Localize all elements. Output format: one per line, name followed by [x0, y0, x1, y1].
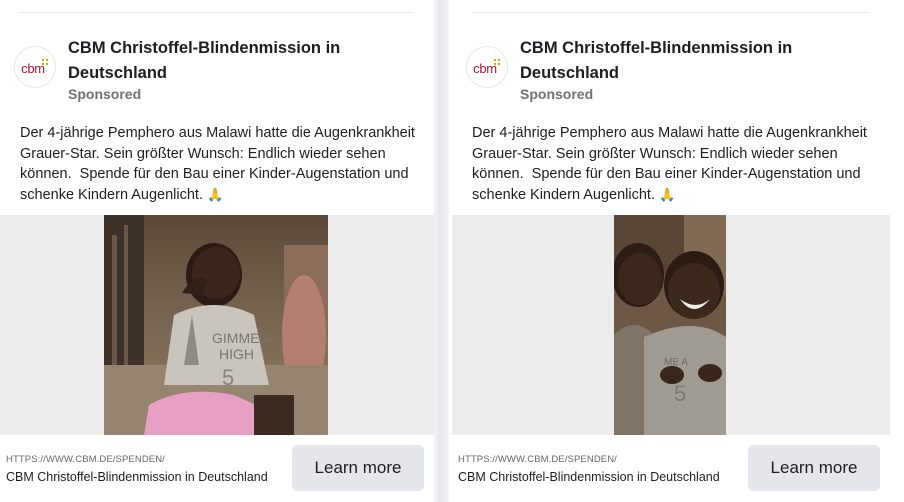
ad-card-1: cbm CBM Christoffel-Blindenmission in De… — [0, 0, 434, 502]
ad-media[interactable]: GIMME A HIGH 5 — [0, 215, 434, 435]
ad-media[interactable]: ME A 5 — [452, 215, 890, 435]
advertiser-avatar[interactable]: cbm — [14, 46, 56, 88]
svg-text:5: 5 — [674, 381, 686, 406]
learn-more-button[interactable]: Learn more — [292, 445, 424, 491]
logo-dots-icon — [493, 58, 501, 66]
ad-header: cbm CBM Christoffel-Blindenmission in De… — [466, 34, 876, 109]
ad-text: Der 4-jährige Pemphero aus Malawi hatte … — [20, 123, 420, 205]
link-title[interactable]: CBM Christoffel-Blindenmission in Deutsc… — [458, 470, 720, 484]
svg-text:GIMME A: GIMME A — [212, 330, 273, 346]
folded-hands-icon: 🙏 — [207, 186, 224, 202]
card-top-divider — [20, 12, 412, 13]
column-divider — [434, 0, 449, 502]
link-url[interactable]: HTTPS://WWW.CBM.DE/SPENDEN/ — [458, 454, 617, 465]
logo-dots-icon — [41, 58, 49, 66]
ad-header: cbm CBM Christoffel-Blindenmission in De… — [14, 34, 420, 109]
link-url[interactable]: HTTPS://WWW.CBM.DE/SPENDEN/ — [6, 454, 165, 465]
advertiser-name[interactable]: CBM Christoffel-Blindenmission in Deutsc… — [520, 36, 876, 86]
svg-text:5: 5 — [222, 365, 234, 390]
link-preview[interactable]: HTTPS://WWW.CBM.DE/SPENDEN/ CBM Christof… — [0, 435, 434, 502]
svg-text:ME A: ME A — [664, 357, 688, 368]
child-rubbing-eye-photo[interactable]: GIMME A HIGH 5 — [104, 215, 328, 435]
advertiser-avatar[interactable]: cbm — [466, 46, 508, 88]
sponsored-label[interactable]: Sponsored — [68, 86, 141, 102]
smiling-children-photo[interactable]: ME A 5 — [614, 215, 726, 435]
svg-text:HIGH: HIGH — [219, 346, 254, 362]
learn-more-button[interactable]: Learn more — [748, 445, 880, 491]
card-top-divider — [472, 12, 868, 13]
sponsored-label[interactable]: Sponsored — [520, 86, 593, 102]
advertiser-name[interactable]: CBM Christoffel-Blindenmission in Deutsc… — [68, 36, 420, 86]
folded-hands-icon: 🙏 — [659, 186, 676, 202]
ad-text: Der 4-jährige Pemphero aus Malawi hatte … — [472, 123, 876, 205]
link-title[interactable]: CBM Christoffel-Blindenmission in Deutsc… — [6, 470, 268, 484]
link-preview[interactable]: HTTPS://WWW.CBM.DE/SPENDEN/ CBM Christof… — [452, 435, 890, 502]
ad-card-2: cbm CBM Christoffel-Blindenmission in De… — [452, 0, 890, 502]
